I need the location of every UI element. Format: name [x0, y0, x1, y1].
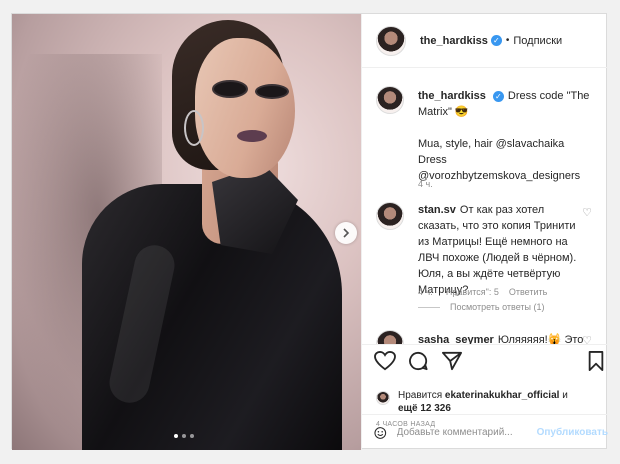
liker-username[interactable]: ekaterinakukhar_official — [445, 390, 560, 401]
view-replies-label: Посмотреть ответы (1) — [450, 302, 545, 312]
publish-button[interactable]: Опубликовать — [537, 427, 608, 438]
author-username[interactable]: the_hardkiss — [420, 35, 488, 47]
header-separator: • — [505, 35, 510, 46]
share-icon[interactable] — [442, 351, 462, 371]
chevron-right-icon[interactable] — [335, 222, 357, 244]
screenshot-frame: the_hardkiss ✓ • Подписки the_hardkiss ✓ D… — [0, 0, 620, 464]
author-avatar[interactable] — [376, 25, 406, 56]
caption: the_hardkiss ✓ Dress code "The Matrix" 😎 M… — [376, 86, 600, 196]
caption-avatar[interactable] — [376, 86, 404, 114]
like-comment-icon[interactable]: ♡ — [582, 334, 592, 344]
photo-glasses-right — [255, 84, 289, 99]
comment-meta: 4 ч. "Нравится": 5 Ответить — [418, 284, 598, 300]
comments-list[interactable]: the_hardkiss ✓ Dress code "The Matrix" 😎 M… — [362, 68, 608, 344]
view-replies-button[interactable]: Посмотреть ответы (1) — [418, 302, 545, 312]
likes-prefix: Нравится — [398, 390, 443, 401]
comment-item: sasha_seymer Юляяяяя!🙀 Это ♡ — [376, 330, 600, 344]
like-comment-icon[interactable]: ♡ — [582, 206, 592, 219]
verified-icon: ✓ — [492, 90, 504, 102]
photo-earring — [184, 110, 204, 146]
photo-face — [195, 38, 295, 178]
comment-avatar[interactable] — [376, 202, 404, 230]
following-button[interactable]: Подписки — [513, 35, 562, 47]
comment-icon[interactable] — [408, 351, 428, 371]
caption-line-3: Dress @vorozhbytzemskova_designers — [418, 154, 581, 182]
caption-age: 4 ч. — [418, 179, 433, 189]
reply-button[interactable]: Ответить — [509, 287, 547, 297]
add-comment-bar: Опубликовать — [362, 414, 608, 450]
comment-body: sasha_seymer Юляяяяя!🙀 Это — [418, 332, 588, 344]
comment-avatar[interactable] — [376, 330, 404, 344]
photo-lips — [237, 130, 267, 142]
view-replies-line — [418, 306, 440, 308]
bookmark-icon[interactable] — [588, 351, 604, 371]
comment-username[interactable]: stan.sv — [418, 204, 456, 216]
carousel-dot-3[interactable] — [190, 434, 194, 438]
liker-avatar[interactable] — [376, 391, 390, 405]
comment-likes[interactable]: "Нравится": 5 — [443, 287, 499, 297]
likes-joiner: и — [562, 390, 568, 401]
comment-age: 4 ч. — [418, 287, 433, 297]
carousel-dot-1[interactable] — [174, 434, 178, 438]
likes-count[interactable]: ещё 12 326 — [398, 403, 451, 414]
comment-text: От как раз хотел сказать, что это копия … — [418, 204, 577, 296]
caption-username[interactable]: the_hardkiss — [418, 90, 486, 102]
emoji-icon[interactable] — [374, 424, 387, 442]
comment-item: stan.sv От как раз хотел сказать, что это… — [376, 202, 600, 312]
post-sidebar: the_hardkiss ✓ • Подписки the_hardkiss ✓ D… — [361, 14, 608, 450]
verified-icon: ✓ — [490, 35, 502, 46]
comment-text: Юляяяяя!🙀 Это — [497, 334, 584, 344]
instagram-post: the_hardkiss ✓ • Подписки the_hardkiss ✓ D… — [11, 13, 608, 450]
comment-username[interactable]: sasha_seymer — [418, 334, 494, 344]
post-header: the_hardkiss ✓ • Подписки — [362, 14, 608, 68]
chevron-right-glyph — [343, 228, 350, 238]
photo-glasses-left — [212, 80, 248, 98]
carousel-indicator — [174, 434, 194, 438]
caption-body: the_hardkiss ✓ Dress code "The Matrix" 😎 — [418, 88, 598, 120]
post-photo[interactable] — [12, 14, 361, 450]
comment-input[interactable] — [396, 427, 529, 438]
likes-text: Нравится ekaterinakukhar_official и ещё … — [398, 389, 568, 415]
caption-credits: Mua, style, hair @slavachaika Dress @vor… — [418, 136, 608, 184]
carousel-dot-2[interactable] — [182, 434, 186, 438]
caption-line-2: Mua, style, hair @slavachaika — [418, 138, 565, 150]
heart-icon[interactable] — [374, 351, 396, 371]
